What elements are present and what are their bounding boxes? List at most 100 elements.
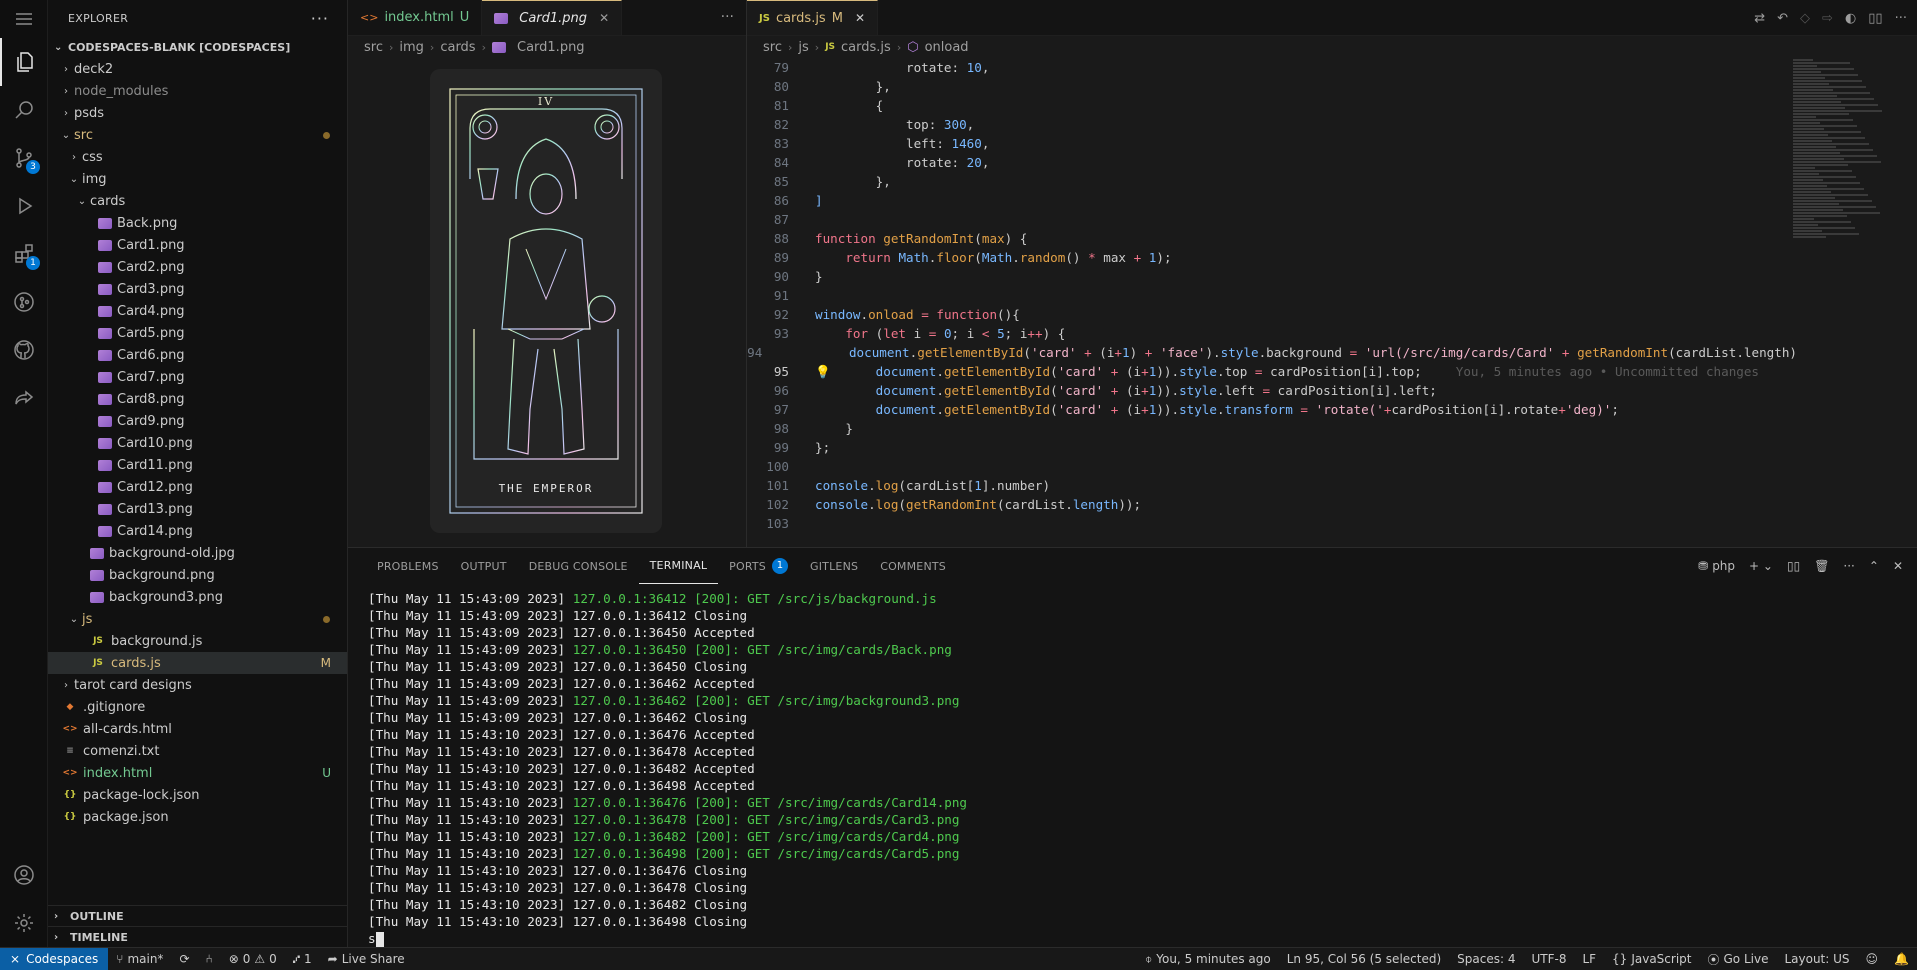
extensions-icon[interactable]: 1 (0, 230, 48, 278)
code-line[interactable]: 95 💡 document.getElementById('card' + (i+… (747, 362, 1797, 381)
tree-item[interactable]: {} package-lock.json (48, 784, 347, 806)
more-actions-icon[interactable]: ··· (721, 9, 734, 25)
tree-item[interactable]: ⌄ cards (48, 190, 347, 212)
tree-item[interactable]: {} package.json (48, 806, 347, 828)
code-line[interactable]: 83 left: 1460, (747, 134, 1797, 153)
blame-indicator[interactable]: ⌽ You, 5 minutes ago (1137, 952, 1279, 967)
panel-tab-problems[interactable]: PROBLEMS (366, 548, 450, 584)
code-line[interactable]: 87 (747, 210, 1797, 229)
go-live-button[interactable]: ⦿ Go Live (1699, 951, 1776, 968)
tree-item[interactable]: Back.png (48, 212, 347, 234)
settings-gear-icon[interactable] (0, 899, 48, 947)
code-line[interactable]: 92 window.onload = function(){ (747, 305, 1797, 324)
feedback-icon[interactable]: ☺ (1858, 952, 1887, 966)
tree-item[interactable]: JS cards.js M (48, 652, 347, 674)
code-line[interactable]: 86] (747, 191, 1797, 210)
outline-section[interactable]: › OUTLINE (48, 905, 348, 927)
github-icon[interactable] (0, 326, 48, 374)
tree-item[interactable]: Card2.png (48, 256, 347, 278)
tree-item[interactable]: › psds (48, 102, 347, 124)
timeline-section[interactable]: › TIMELINE (48, 926, 348, 948)
tree-item[interactable]: › css (48, 146, 347, 168)
tree-item[interactable]: Card3.png (48, 278, 347, 300)
account-icon[interactable] (0, 851, 48, 899)
search-icon[interactable] (0, 86, 48, 134)
notifications-bell-icon[interactable]: 🔔 (1886, 952, 1917, 966)
source-control-icon[interactable]: 3 (0, 134, 48, 182)
maximize-panel-icon[interactable]: ⌃ (1869, 559, 1879, 573)
indentation[interactable]: Spaces: 4 (1449, 952, 1523, 966)
tree-item[interactable]: Card1.png (48, 234, 347, 256)
breadcrumb-item[interactable]: img (399, 40, 424, 55)
code-line[interactable]: 102 console.log(getRandomInt(cardList.len… (747, 495, 1797, 514)
code-line[interactable]: 90} (747, 267, 1797, 286)
new-terminal-icon[interactable]: + ⌄ (1749, 559, 1773, 573)
remote-indicator[interactable]: ⨯ Codespaces (0, 947, 109, 970)
code-line[interactable]: 94 document.getElementById('card' + (i+1… (747, 343, 1797, 362)
code-line[interactable]: 101 console.log(cardList[1].number) (747, 476, 1797, 495)
more-actions-icon[interactable]: ··· (1895, 11, 1907, 26)
run-debug-icon[interactable] (0, 182, 48, 230)
panel-tab-debug-console[interactable]: DEBUG CONSOLE (518, 548, 639, 584)
split-terminal-icon[interactable]: ▯▯ (1787, 559, 1800, 573)
code-line[interactable]: 93 for (let i = 0; i < 5; i++) { (747, 324, 1797, 343)
code-line[interactable]: 82 top: 300, (747, 115, 1797, 134)
end-of-line[interactable]: LF (1574, 952, 1604, 966)
breadcrumb-item[interactable]: Card1.png (517, 40, 585, 55)
code-line[interactable]: 103 (747, 514, 1797, 533)
more-actions-icon[interactable]: ··· (311, 9, 329, 28)
lightbulb-icon[interactable]: 💡 (815, 362, 831, 381)
encoding[interactable]: UTF-8 (1523, 952, 1574, 966)
tree-item[interactable]: ⌄ js (48, 608, 347, 630)
tree-item[interactable]: Card7.png (48, 366, 347, 388)
tree-item[interactable]: <> all-cards.html (48, 718, 347, 740)
sync-icon[interactable]: ⟳ (171, 952, 197, 966)
more-actions-icon[interactable]: ··· (1843, 559, 1854, 573)
close-panel-icon[interactable]: ✕ (1893, 559, 1903, 573)
terminal-output[interactable]: [Thu May 11 15:43:09 2023] 127.0.0.1:364… (368, 590, 967, 947)
panel-tab-output[interactable]: OUTPUT (450, 548, 518, 584)
tree-item[interactable]: Card5.png (48, 322, 347, 344)
tree-item[interactable]: › node_modules (48, 80, 347, 102)
live-share-icon[interactable] (0, 374, 48, 422)
tree-item[interactable]: Card6.png (48, 344, 347, 366)
kill-terminal-icon[interactable]: 🗑 (1814, 559, 1829, 573)
code-line[interactable]: 88 function getRandomInt(max) { (747, 229, 1797, 248)
code-line[interactable]: 85 }, (747, 172, 1797, 191)
tree-item[interactable]: JS background.js (48, 630, 347, 652)
menu-icon[interactable] (0, 0, 48, 38)
ports-indicator[interactable]: ⑇ 1 (285, 952, 320, 966)
panel-tab-gitlens[interactable]: GITLENS (799, 548, 869, 584)
tab-card1-png[interactable]: Card1.png ✕ (482, 0, 623, 35)
tree-item[interactable]: Card4.png (48, 300, 347, 322)
tree-item[interactable]: › tarot card designs (48, 674, 347, 696)
gitlens-graph-icon[interactable]: ⑃ (198, 952, 221, 966)
tree-item[interactable]: Card8.png (48, 388, 347, 410)
panel-tab-comments[interactable]: COMMENTS (869, 548, 957, 584)
breadcrumb-item[interactable]: cards.js (841, 40, 891, 55)
tree-item[interactable]: ≡ comenzi.txt (48, 740, 347, 762)
terminal-shell-icon[interactable]: ⛃ php (1698, 559, 1735, 573)
terminal-prompt[interactable]: s (368, 930, 967, 947)
panel-tab-ports[interactable]: PORTS 1 (718, 548, 799, 584)
code-line[interactable]: 96 document.getElementById('card' + (i+1… (747, 381, 1797, 400)
code-line[interactable]: 81 { (747, 96, 1797, 115)
breadcrumb-item[interactable]: js (798, 40, 808, 55)
breadcrumb-item[interactable]: onload (925, 40, 969, 55)
tree-item[interactable]: ⌄ img (48, 168, 347, 190)
next-change-icon[interactable]: ⇨ (1822, 11, 1833, 26)
code-line[interactable]: 80 }, (747, 77, 1797, 96)
branch-indicator[interactable]: ⑂ main* (108, 952, 171, 966)
code-line[interactable]: 99}; (747, 438, 1797, 457)
tree-item[interactable]: <> index.html U (48, 762, 347, 784)
code-line[interactable]: 79 rotate: 10, (747, 58, 1797, 77)
breadcrumb-item[interactable]: cards (440, 40, 475, 55)
tree-item[interactable]: Card12.png (48, 476, 347, 498)
tree-item[interactable]: ◆ .gitignore (48, 696, 347, 718)
code-line[interactable]: 97 document.getElementById('card' + (i+1… (747, 400, 1797, 419)
code-line[interactable]: 98 } (747, 419, 1797, 438)
tree-item[interactable]: › deck2 (48, 58, 347, 80)
code-editor[interactable]: 79 rotate: 10, 80 }, 81 {82 top: 300, 83 le… (747, 58, 1797, 533)
tab-cards-js[interactable]: JS cards.js M ✕ (747, 0, 878, 35)
tree-item[interactable]: background-old.jpg (48, 542, 347, 564)
